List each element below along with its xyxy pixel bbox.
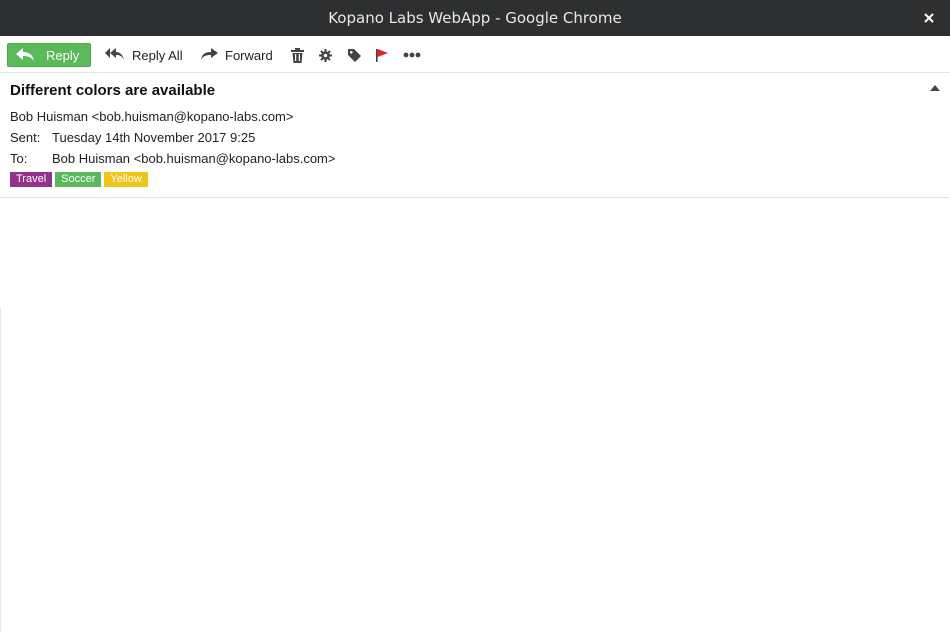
message-subject: Different colors are available xyxy=(10,82,216,99)
forward-label: Forward xyxy=(225,47,273,63)
from-value[interactable]: Bob Huisman <bob.huisman@kopano-labs.com… xyxy=(10,109,293,124)
close-icon[interactable] xyxy=(920,9,938,27)
body-left-border xyxy=(0,308,1,632)
tag-icon[interactable] xyxy=(345,46,363,64)
trash-icon[interactable] xyxy=(288,46,306,64)
label-yellow[interactable]: Yellow xyxy=(104,172,148,187)
forward-button[interactable]: Forward xyxy=(200,44,273,66)
to-label: To: xyxy=(10,151,28,166)
window-title: Kopano Labs WebApp - Google Chrome xyxy=(328,9,622,27)
reply-button[interactable]: Reply xyxy=(7,43,91,67)
sent-row: Sent: Tuesday 14th November 2017 9:25 xyxy=(10,130,255,145)
sent-label: Sent: xyxy=(10,130,41,145)
label-soccer[interactable]: Soccer xyxy=(55,172,102,187)
to-value[interactable]: Bob Huisman <bob.huisman@kopano-labs.com… xyxy=(52,151,335,166)
label-travel[interactable]: Travel xyxy=(10,172,53,187)
collapse-header-icon[interactable] xyxy=(929,80,941,91)
reply-all-label: Reply All xyxy=(132,47,183,63)
message-toolbar: Reply Reply All Forward xyxy=(0,36,950,73)
reply-icon xyxy=(15,47,35,66)
sent-value: Tuesday 14th November 2017 9:25 xyxy=(52,130,256,145)
message-body xyxy=(0,198,950,632)
forward-icon xyxy=(200,47,218,64)
reply-all-icon xyxy=(105,47,125,64)
flag-icon[interactable] xyxy=(373,46,391,64)
more-icon[interactable] xyxy=(403,46,421,64)
window-titlebar: Kopano Labs WebApp - Google Chrome xyxy=(0,0,950,36)
reply-label: Reply xyxy=(46,48,80,63)
reply-all-button[interactable]: Reply All xyxy=(105,44,183,66)
to-row: To: Bob Huisman <bob.huisman@kopano-labs… xyxy=(10,151,335,166)
gear-icon[interactable] xyxy=(316,46,334,64)
from-row: Bob Huisman <bob.huisman@kopano-labs.com… xyxy=(10,109,293,124)
message-header: Different colors are available Bob Huism… xyxy=(1,73,950,198)
label-list: Travel Soccer Yellow xyxy=(10,172,148,187)
